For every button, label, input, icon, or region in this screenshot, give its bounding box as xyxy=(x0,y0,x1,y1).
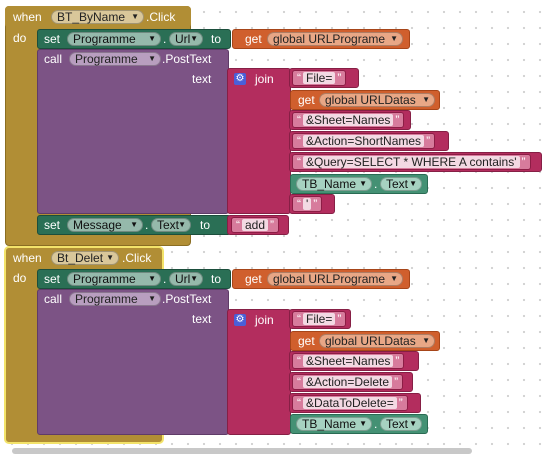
string-literal-query[interactable]: “&Query=SELECT * WHERE A contains'” xyxy=(292,154,531,170)
do-label: do xyxy=(13,31,27,45)
to-label: to xyxy=(211,32,222,46)
event-name: .Click xyxy=(146,10,176,24)
property-dot: . xyxy=(374,417,378,431)
property-dot: . xyxy=(374,177,378,191)
when-label: when xyxy=(13,251,42,265)
setter-property-dropdown[interactable]: Text ▼ xyxy=(151,218,191,232)
get-label: get xyxy=(245,272,262,286)
getter-property-dropdown[interactable]: Text ▼ xyxy=(380,417,422,431)
text-param-label: text xyxy=(192,312,212,326)
string-literal-add[interactable]: “add” xyxy=(231,217,280,233)
property-dot: . xyxy=(145,218,149,232)
dropdown-arrow-icon: ▼ xyxy=(148,54,156,63)
string-literal-file[interactable]: “File=” xyxy=(292,311,347,327)
dropdown-arrow-icon: ▼ xyxy=(390,34,398,43)
dropdown-arrow-icon: ▼ xyxy=(422,336,430,345)
call-component-dropdown[interactable]: Programme ▼ xyxy=(69,292,161,306)
get-label: get xyxy=(245,32,262,46)
setter-component-dropdown[interactable]: Programme ▼ xyxy=(67,32,161,46)
dropdown-arrow-icon: ▼ xyxy=(390,274,398,283)
dropdown-arrow-icon: ▼ xyxy=(130,220,138,229)
setter-component-dropdown[interactable]: Programme ▼ xyxy=(67,272,161,286)
string-literal-sheet[interactable]: “&Sheet=Names” xyxy=(292,353,405,369)
string-literal-file[interactable]: “File=” xyxy=(292,70,347,86)
method-name: .PostText xyxy=(162,52,212,66)
dropdown-arrow-icon: ▼ xyxy=(422,95,430,104)
setter-component-dropdown[interactable]: Message ▼ xyxy=(67,218,143,232)
property-dot: . xyxy=(163,272,167,286)
event-name: .Click xyxy=(122,251,152,265)
dropdown-arrow-icon: ▼ xyxy=(409,419,417,428)
join-block[interactable] xyxy=(227,309,291,435)
join-label: join xyxy=(255,313,274,327)
string-literal-action[interactable]: “&Action=ShortNames” xyxy=(292,133,436,149)
dropdown-arrow-icon: ▼ xyxy=(178,220,186,229)
dropdown-arrow-icon: ▼ xyxy=(190,274,198,283)
join-block[interactable] xyxy=(227,68,291,214)
getter-property-dropdown[interactable]: Text ▼ xyxy=(380,177,422,191)
dropdown-arrow-icon: ▼ xyxy=(409,179,417,188)
string-literal-action[interactable]: “&Action=Delete” xyxy=(292,374,404,390)
dropdown-arrow-icon: ▼ xyxy=(148,274,156,283)
get-label: get xyxy=(298,334,315,348)
dropdown-arrow-icon: ▼ xyxy=(359,419,367,428)
global-variable-dropdown[interactable]: global URLPrograme ▼ xyxy=(267,272,403,286)
when-label: when xyxy=(13,10,42,24)
dropdown-arrow-icon: ▼ xyxy=(148,34,156,43)
call-label: call xyxy=(44,292,63,306)
event-component-dropdown[interactable]: Bt_Delet ▼ xyxy=(51,251,119,265)
getter-component-dropdown[interactable]: TB_Name ▼ xyxy=(296,417,372,431)
set-label: set xyxy=(44,32,61,46)
string-literal-datatodelete[interactable]: “&DataToDelete=” xyxy=(292,395,408,411)
dropdown-arrow-icon: ▼ xyxy=(106,253,114,262)
text-param-label: text xyxy=(192,72,212,86)
gear-icon[interactable]: ⚙ xyxy=(234,314,246,326)
to-label: to xyxy=(211,272,222,286)
gear-icon[interactable]: ⚙ xyxy=(234,73,246,85)
dropdown-arrow-icon: ▼ xyxy=(359,179,367,188)
event-component-dropdown[interactable]: BT_ByName ▼ xyxy=(51,10,144,24)
dropdown-arrow-icon: ▼ xyxy=(131,12,139,21)
setter-property-dropdown[interactable]: Url ▼ xyxy=(169,272,203,286)
get-label: get xyxy=(298,93,315,107)
join-label: join xyxy=(255,72,274,86)
workspace-horizontal-scrollbar[interactable] xyxy=(12,448,472,454)
property-dot: . xyxy=(163,32,167,46)
setter-property-dropdown[interactable]: Url ▼ xyxy=(169,32,203,46)
dropdown-arrow-icon: ▼ xyxy=(190,34,198,43)
dropdown-arrow-icon: ▼ xyxy=(148,294,156,303)
global-variable-dropdown[interactable]: global URLPrograme ▼ xyxy=(267,32,403,46)
global-variable-dropdown[interactable]: global URLDatas ▼ xyxy=(319,93,435,107)
global-variable-dropdown[interactable]: global URLDatas ▼ xyxy=(319,334,435,348)
method-name: .PostText xyxy=(162,292,212,306)
do-label: do xyxy=(13,271,27,285)
string-literal-sheet[interactable]: “&Sheet=Names” xyxy=(292,112,405,128)
string-literal-quote[interactable]: “'” xyxy=(292,196,323,212)
call-component-dropdown[interactable]: Programme ▼ xyxy=(69,52,161,66)
set-label: set xyxy=(44,218,61,232)
call-label: call xyxy=(44,52,63,66)
getter-component-dropdown[interactable]: TB_Name ▼ xyxy=(296,177,372,191)
call-programme-posttext-block[interactable] xyxy=(37,289,229,435)
to-label: to xyxy=(200,218,211,232)
set-label: set xyxy=(44,272,61,286)
